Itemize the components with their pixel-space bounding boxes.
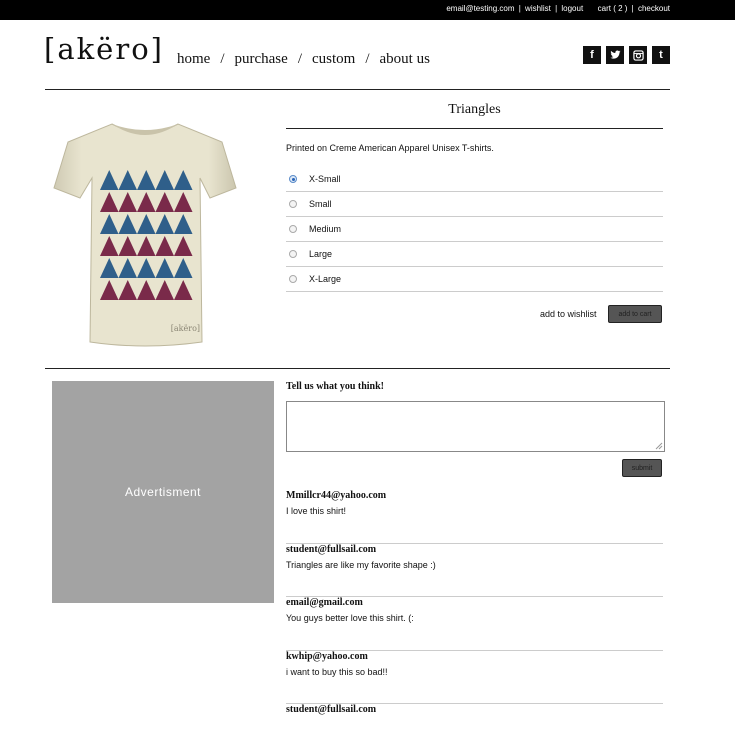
size-label: X-Small — [309, 174, 341, 184]
twitter-icon[interactable] — [606, 46, 624, 64]
comment-item: kwhip@yahoo.com i want to buy this so ba… — [286, 650, 663, 704]
top-bar: email@testing.com | wishlist | logout ca… — [0, 0, 735, 20]
site-logo[interactable]: [akëro] — [44, 32, 164, 66]
radio-button[interactable] — [289, 225, 297, 233]
facebook-icon[interactable]: f — [583, 46, 601, 64]
size-option-small[interactable]: Small — [286, 192, 663, 217]
product-image: [akëro] — [50, 110, 240, 350]
comment-text: I love this shirt! — [286, 506, 347, 516]
comment-author: student@fullsail.com — [286, 543, 377, 555]
comment-text: Triangles are like my favorite shape :) — [286, 559, 436, 570]
separator: | — [518, 4, 521, 13]
section-divider — [45, 368, 670, 369]
nav-custom[interactable]: custom — [312, 51, 355, 67]
separator: | — [555, 4, 558, 13]
shirt-print-logo: [akëro] — [171, 324, 200, 333]
nav-home[interactable]: home — [177, 51, 210, 67]
header-divider — [45, 89, 670, 90]
add-to-cart-button[interactable]: add to cart — [608, 305, 662, 323]
logout-link[interactable]: logout — [561, 4, 583, 13]
size-options: X-Small Small Medium Large X-Large — [286, 167, 663, 292]
account-links: email@testing.com | wishlist | logout ca… — [446, 4, 670, 13]
comment-item: student@fullsail.com Triangles are like … — [286, 543, 663, 597]
product-title: Triangles — [448, 102, 501, 117]
comment-item: Mmillcr44@yahoo.com I love this shirt! — [286, 490, 663, 544]
size-label: X-Large — [309, 274, 342, 284]
instagram-icon[interactable] — [629, 46, 647, 64]
add-to-wishlist-link[interactable]: add to wishlist — [540, 309, 597, 319]
account-email-link[interactable]: email@testing.com — [446, 4, 514, 13]
title-divider — [286, 128, 663, 129]
radio-button[interactable] — [289, 175, 297, 183]
comment-text: You guys better love this shirt. (: — [286, 613, 414, 623]
size-label: Medium — [309, 224, 342, 234]
nav-purchase[interactable]: purchase — [235, 51, 288, 67]
size-label: Large — [309, 249, 333, 259]
comments-list: Mmillcr44@yahoo.com I love this shirt! s… — [286, 490, 663, 735]
comment-author: kwhip@yahoo.com — [286, 650, 368, 662]
size-label: Small — [309, 199, 332, 209]
submit-button[interactable]: submit — [622, 459, 662, 477]
size-option-large[interactable]: Large — [286, 242, 663, 267]
product-description: Printed on Creme American Apparel Unisex… — [286, 143, 494, 153]
social-links: f t — [583, 46, 670, 64]
nav-separator: / — [297, 51, 302, 67]
separator: | — [631, 4, 634, 13]
comment-author: student@fullsail.com — [286, 704, 377, 715]
radio-button[interactable] — [289, 200, 297, 208]
size-option-x-large[interactable]: X-Large — [286, 267, 663, 292]
resize-handle-icon[interactable] — [655, 442, 663, 450]
comment-author: email@gmail.com — [286, 597, 363, 608]
nav-separator: / — [365, 51, 370, 67]
advertisement[interactable]: Advertisment — [52, 381, 274, 603]
comment-text: i want to buy this so bad!! — [286, 666, 388, 677]
tumblr-icon[interactable]: t — [652, 46, 670, 64]
comment-item: email@gmail.com You guys better love thi… — [286, 597, 663, 651]
nav-about-us[interactable]: about us — [380, 51, 430, 67]
feedback-textarea[interactable] — [286, 401, 665, 452]
size-option-x-small[interactable]: X-Small — [286, 167, 663, 192]
wishlist-link[interactable]: wishlist — [525, 4, 551, 13]
cart-link[interactable]: cart ( 2 ) — [598, 4, 628, 13]
nav-separator: / — [220, 51, 225, 67]
feedback-heading: Tell us what you think! — [286, 381, 384, 392]
size-option-medium[interactable]: Medium — [286, 217, 663, 242]
comment-author: Mmillcr44@yahoo.com — [286, 490, 387, 501]
comment-item: student@fullsail.com — [286, 704, 663, 735]
checkout-link[interactable]: checkout — [638, 4, 670, 13]
radio-button[interactable] — [289, 250, 297, 258]
radio-button[interactable] — [289, 275, 297, 283]
main-nav: home / purchase / custom / about us — [177, 51, 430, 68]
